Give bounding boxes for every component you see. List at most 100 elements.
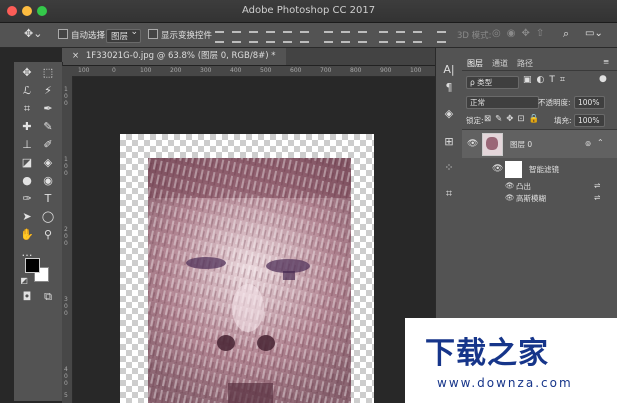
align-left-icon[interactable] xyxy=(266,31,275,43)
ruler-tick-label: 100 xyxy=(78,67,90,74)
layer-thumbnail xyxy=(482,133,503,156)
type-tool-icon[interactable]: T xyxy=(40,192,56,206)
document-tab[interactable]: × 1F33021G-0.jpg @ 63.8% (图层 0, RGB/8#) … xyxy=(62,48,286,65)
opacity-input[interactable]: 100% xyxy=(574,96,605,109)
search-icon[interactable]: ⌕ xyxy=(563,27,569,41)
ruler-horizontal: 100 0 100 200 300 400 500 600 700 800 90… xyxy=(62,66,435,77)
workspace-icon[interactable]: ▭⌄ xyxy=(585,28,603,39)
crop-tool-icon[interactable]: ⌗ xyxy=(19,102,35,116)
clone-stamp-tool-icon[interactable]: ⊥ xyxy=(19,138,35,152)
properties-panel-icon[interactable]: ⊞ xyxy=(441,134,457,150)
filter-options-icon[interactable]: ⇌ xyxy=(594,181,600,190)
paragraph-panel-icon[interactable]: ¶ xyxy=(441,80,457,96)
tab-close-icon[interactable]: × xyxy=(72,51,79,61)
visibility-eye-icon[interactable]: 👁 xyxy=(505,181,515,190)
distribute-hcenter-icon[interactable] xyxy=(396,31,405,43)
lock-label: 锁定: xyxy=(466,116,484,125)
paint-bucket-tool-icon[interactable]: ◈ xyxy=(40,156,56,170)
options-bar: ✥⌄ 自动选择: 图层 显示变换控件 3D 模式: ◎◉✥⇧ ⌕ ▭⌄ xyxy=(0,23,617,48)
align-right-icon[interactable] xyxy=(300,31,309,43)
move-tool-icon[interactable]: ✥⌄ xyxy=(24,27,42,40)
blur-tool-icon[interactable]: ● xyxy=(19,174,35,188)
watermark-brand: 下载之家 xyxy=(425,336,549,371)
history-brush-tool-icon[interactable]: ✐ xyxy=(40,138,56,152)
distribute-vcenter-icon[interactable] xyxy=(341,31,350,43)
default-colors-icon[interactable]: ◩ xyxy=(16,274,32,288)
checkbox-icon xyxy=(148,29,158,39)
tab-layers[interactable]: 图层 xyxy=(467,58,483,69)
ruler-tick-label: 300 xyxy=(200,67,212,74)
zoom-tool-icon[interactable]: ⚲ xyxy=(40,228,56,242)
lasso-tool-icon[interactable]: ℒ xyxy=(19,84,35,98)
distribute-left-icon[interactable] xyxy=(379,31,388,43)
toolbox: ✥ ⬚ ℒ ⚡ ⌗ ✒ ✚ ✎ ⊥ ✐ ◪ ◈ ● ◉ ✑ T ➤ ◯ ✋ ⚲ … xyxy=(14,62,63,401)
fill-input[interactable]: 100% xyxy=(574,114,605,127)
ruler-tick-label: 0 xyxy=(64,240,68,247)
tab-paths[interactable]: 路径 xyxy=(517,58,533,69)
foreground-color-swatch[interactable] xyxy=(25,258,40,273)
distribute-top-icon[interactable] xyxy=(324,31,333,43)
filter-icons[interactable]: ▣◐T⌗ xyxy=(523,75,570,85)
hand-tool-icon[interactable]: ✋ xyxy=(19,228,35,242)
quick-mask-icon[interactable]: ◘ xyxy=(19,290,35,304)
magic-wand-tool-icon[interactable]: ⚡ xyxy=(40,84,56,98)
filter-row[interactable]: 👁 高斯模糊 ⇌ xyxy=(462,192,617,204)
move-tool-icon[interactable]: ✥ xyxy=(19,66,35,80)
align-vcenter-icon[interactable] xyxy=(232,31,241,43)
filter-toggle-icon[interactable]: ● xyxy=(599,74,607,84)
layer-row[interactable]: 👁 图层 0 ⊚ ⌃ xyxy=(462,130,617,158)
filter-row[interactable]: 👁 凸出 ⇌ xyxy=(462,180,617,192)
smart-filters-row[interactable]: 👁 智能滤镜 xyxy=(462,158,617,180)
ruler-tick-label: 0 xyxy=(64,170,68,177)
auto-select-dropdown[interactable]: 图层 xyxy=(106,27,142,43)
ruler-tick-label: 0 xyxy=(64,373,68,380)
filter-name: 凸出 xyxy=(516,182,531,191)
document-tab-label: 1F33021G-0.jpg @ 63.8% (图层 0, RGB/8#) * xyxy=(85,51,276,61)
distribute-right-icon[interactable] xyxy=(413,31,422,43)
show-transform-checkbox[interactable]: 显示变换控件 xyxy=(148,29,212,41)
checkbox-icon xyxy=(58,29,68,39)
dodge-tool-icon[interactable]: ◉ xyxy=(40,174,56,188)
character-panel-icon[interactable]: A| xyxy=(441,62,457,78)
ruler-tick-label: 600 xyxy=(290,67,302,74)
panel-menu-icon[interactable]: ≡ xyxy=(603,57,609,66)
align-top-icon[interactable] xyxy=(215,31,224,43)
visibility-eye-icon[interactable]: 👁 xyxy=(492,164,503,174)
tab-channels[interactable]: 通道 xyxy=(492,58,508,69)
3d-tools-icon[interactable]: ◎◉✥⇧ xyxy=(492,28,550,39)
distribute-bottom-icon[interactable] xyxy=(358,31,367,43)
crop-panel-icon[interactable]: ⌗ xyxy=(441,186,457,202)
collapse-arrow-icon[interactable]: ⌃ xyxy=(597,138,604,147)
blend-mode-dropdown[interactable]: 正常 xyxy=(466,96,539,109)
screen-mode-icon[interactable]: ⧉ xyxy=(40,290,56,304)
pen-tool-icon[interactable]: ✑ xyxy=(19,192,35,206)
ruler-tick-label: 5 xyxy=(64,392,68,399)
marquee-tool-icon[interactable]: ⬚ xyxy=(40,66,56,80)
auto-select-checkbox[interactable]: 自动选择: xyxy=(58,29,108,41)
layers-stack-icon[interactable]: ◈ xyxy=(441,106,457,122)
layer-name[interactable]: 图层 0 xyxy=(510,139,532,150)
path-selection-tool-icon[interactable]: ➤ xyxy=(19,210,35,224)
ruler-vertical: 1 0 0 1 0 0 2 0 0 3 0 0 4 0 0 5 xyxy=(62,76,73,403)
ruler-tick-label: 0 xyxy=(64,93,68,100)
lock-icons[interactable]: ⊠✎✥⊡🔒 xyxy=(484,114,543,124)
ruler-tick-label: 0 xyxy=(64,310,68,317)
healing-brush-tool-icon[interactable]: ✚ xyxy=(19,120,35,134)
ruler-tick-label: 1 xyxy=(64,156,68,163)
filter-options-icon[interactable]: ⇌ xyxy=(594,193,600,202)
align-bottom-icon[interactable] xyxy=(249,31,258,43)
eraser-tool-icon[interactable]: ◪ xyxy=(19,156,35,170)
visibility-eye-icon[interactable]: 👁 xyxy=(467,139,478,149)
fill-label: 填充: xyxy=(554,116,572,125)
swatches-panel-icon[interactable]: ⁘ xyxy=(441,160,457,176)
auto-align-icon[interactable] xyxy=(437,31,446,43)
visibility-eye-icon[interactable]: 👁 xyxy=(505,193,515,202)
ruler-tick-label: 100 xyxy=(410,67,422,74)
ruler-tick-label: 0 xyxy=(64,303,68,310)
ellipse-tool-icon[interactable]: ◯ xyxy=(40,210,56,224)
align-hcenter-icon[interactable] xyxy=(283,31,292,43)
eyedropper-tool-icon[interactable]: ✒ xyxy=(40,102,56,116)
brush-tool-icon[interactable]: ✎ xyxy=(40,120,56,134)
ruler-tick-label: 700 xyxy=(320,67,332,74)
layer-filter-dropdown[interactable]: ρ 类型 xyxy=(466,76,519,89)
